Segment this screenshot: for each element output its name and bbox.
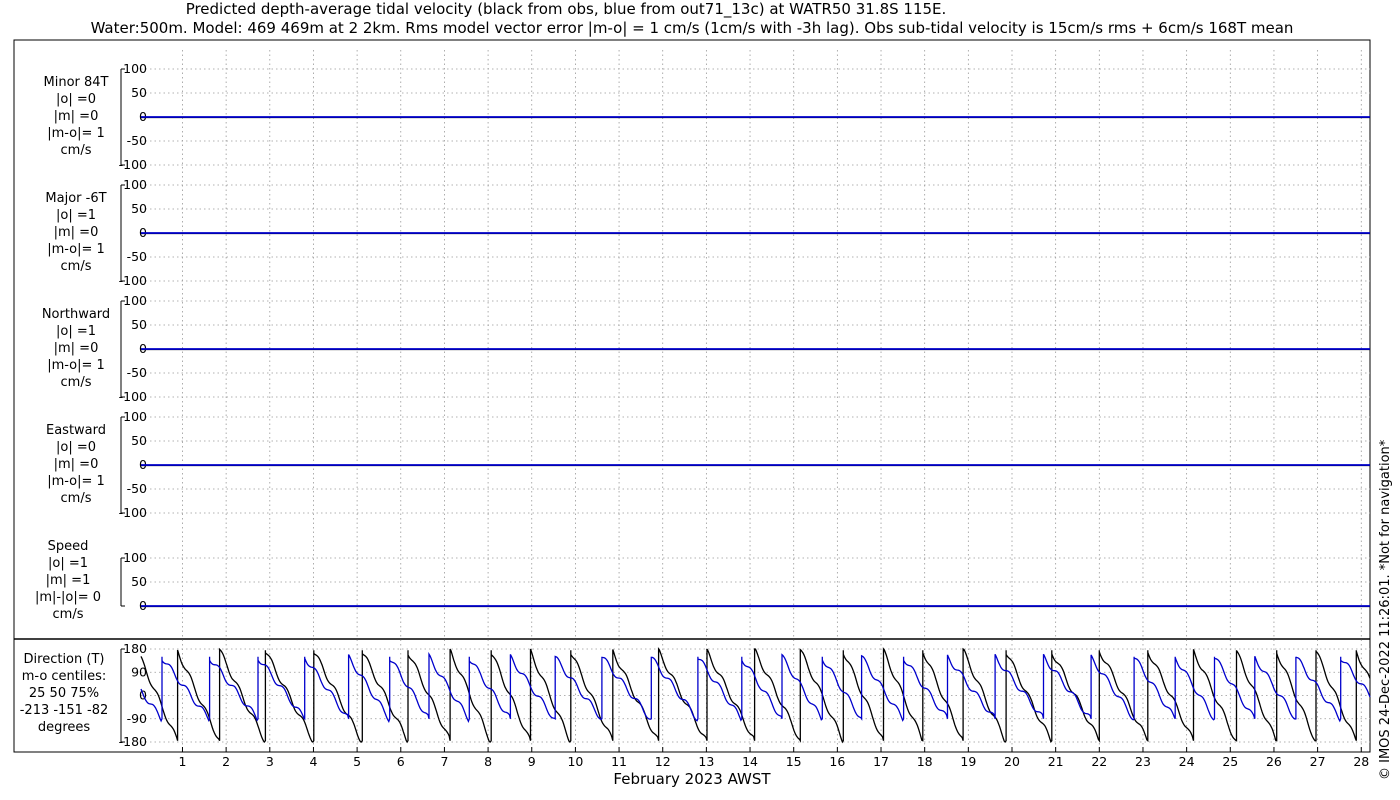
y-tick-label: 50 bbox=[131, 433, 147, 448]
y-tick-label: 100 bbox=[123, 409, 147, 424]
panel-label-line: |m| =0 bbox=[54, 109, 99, 124]
chart: Predicted depth-average tidal velocity (… bbox=[13, 0, 1393, 788]
chart-title-line1: Predicted depth-average tidal velocity (… bbox=[186, 0, 947, 19]
y-tick-label: -100 bbox=[119, 273, 147, 288]
x-tick-label: 7 bbox=[440, 754, 448, 769]
panel-label-line: Speed bbox=[48, 539, 89, 554]
x-tick-label: 23 bbox=[1135, 754, 1151, 769]
x-tick-label: 11 bbox=[611, 754, 627, 769]
panel-label-line: Eastward bbox=[46, 423, 106, 438]
x-tick-label: 18 bbox=[917, 754, 933, 769]
y-tick-label: -50 bbox=[127, 481, 147, 496]
panel-label-line: |m-o|= 1 bbox=[47, 242, 105, 257]
panel-label-line: |m| =0 bbox=[54, 341, 99, 356]
y-tick-label: 50 bbox=[131, 85, 147, 100]
x-tick-label: 5 bbox=[353, 754, 361, 769]
x-tick-label: 22 bbox=[1091, 754, 1107, 769]
panel-label-line: Major -6T bbox=[45, 191, 106, 206]
x-tick-label: 25 bbox=[1222, 754, 1238, 769]
x-axis-label: February 2023 AWST bbox=[613, 770, 771, 788]
x-tick-label: 6 bbox=[397, 754, 405, 769]
y-tick-label: -90 bbox=[127, 711, 147, 726]
panel-label-line: |m-o|= 1 bbox=[47, 358, 105, 373]
copyright-note: © IMOS 24-Dec-2022 11:26:01. *Not for na… bbox=[1378, 439, 1393, 780]
y-tick-label: -50 bbox=[127, 133, 147, 148]
panel-label-line: m-o centiles: bbox=[22, 669, 107, 684]
panel-label-line: |m| =0 bbox=[54, 225, 99, 240]
x-tick-label: 20 bbox=[1004, 754, 1020, 769]
y-tick-label: 180 bbox=[123, 641, 147, 656]
panel-label-line: Minor 84T bbox=[44, 75, 109, 90]
y-tick-label: 100 bbox=[123, 550, 147, 565]
panel-label-line: |m| =0 bbox=[54, 457, 99, 472]
y-tick-label: 100 bbox=[123, 293, 147, 308]
panel-label-line: Northward bbox=[42, 307, 110, 322]
y-tick-label: -100 bbox=[119, 505, 147, 520]
panel-label-line: |o| =1 bbox=[56, 324, 96, 339]
x-tick-label: 14 bbox=[742, 754, 758, 769]
panel-label-line: |o| =0 bbox=[56, 440, 96, 455]
y-tick-label: 50 bbox=[131, 201, 147, 216]
panel-label-line: cm/s bbox=[53, 607, 84, 622]
x-tick-label: 28 bbox=[1353, 754, 1369, 769]
x-tick-label: 9 bbox=[528, 754, 536, 769]
panel-label-line: cm/s bbox=[61, 259, 92, 274]
y-tick-label: -180 bbox=[119, 734, 147, 749]
x-tick-label: 15 bbox=[786, 754, 802, 769]
y-tick-label: 50 bbox=[131, 317, 147, 332]
y-tick-label: -50 bbox=[127, 365, 147, 380]
x-tick-label: 3 bbox=[266, 754, 274, 769]
x-tick-label: 26 bbox=[1266, 754, 1282, 769]
x-tick-label: 8 bbox=[484, 754, 492, 769]
panel-label-line: |m|-|o|= 0 bbox=[35, 590, 101, 605]
plot-frame bbox=[13, 39, 1371, 753]
x-tick-label: 1 bbox=[178, 754, 186, 769]
x-tick-label: 13 bbox=[698, 754, 714, 769]
panel-label-line: |m-o|= 1 bbox=[47, 126, 105, 141]
panel-label-line: cm/s bbox=[61, 143, 92, 158]
panel-label-line: -213 -151 -82 bbox=[20, 703, 109, 718]
x-tick-label: 19 bbox=[960, 754, 976, 769]
x-tick-label: 27 bbox=[1310, 754, 1326, 769]
panel-label-line: degrees bbox=[38, 720, 91, 735]
panel-label-line: 25 50 75% bbox=[29, 686, 99, 701]
direction-model-line bbox=[140, 651, 1371, 724]
y-tick-label: -100 bbox=[119, 389, 147, 404]
y-tick-label: 100 bbox=[123, 177, 147, 192]
x-tick-label: 4 bbox=[309, 754, 317, 769]
panels-group: 1 2 3 4 5 6 7 8 9 10 11 12 13 14 15 16 17 18 19 20 21 22 23 24 2… bbox=[13, 39, 1371, 769]
x-tick-label: 17 bbox=[873, 754, 889, 769]
panel-label-line: cm/s bbox=[61, 375, 92, 390]
y-tick-label: 50 bbox=[131, 574, 147, 589]
x-tick-label: 16 bbox=[829, 754, 845, 769]
panel-label-line: |o| =0 bbox=[56, 92, 96, 107]
y-tick-label: 100 bbox=[123, 61, 147, 76]
panel-label-line: cm/s bbox=[61, 491, 92, 506]
panel-label-line: Direction (T) bbox=[24, 652, 105, 667]
x-tick-label: 24 bbox=[1179, 754, 1195, 769]
panel-label-line: |m| =1 bbox=[46, 573, 91, 588]
panel-label-line: |o| =1 bbox=[56, 208, 96, 223]
x-tick-label: 2 bbox=[222, 754, 230, 769]
x-tick-label: 10 bbox=[567, 754, 583, 769]
x-tick-label: 21 bbox=[1048, 754, 1064, 769]
x-tick-label: 12 bbox=[655, 754, 671, 769]
y-tick-label: -100 bbox=[119, 157, 147, 172]
panel-label-line: |o| =1 bbox=[48, 556, 88, 571]
y-tick-label: -50 bbox=[127, 249, 147, 264]
panel-label-line: |m-o|= 1 bbox=[47, 474, 105, 489]
chart-title-line2: Water:500m. Model: 469 469m at 2 2km. Rm… bbox=[91, 19, 1294, 37]
